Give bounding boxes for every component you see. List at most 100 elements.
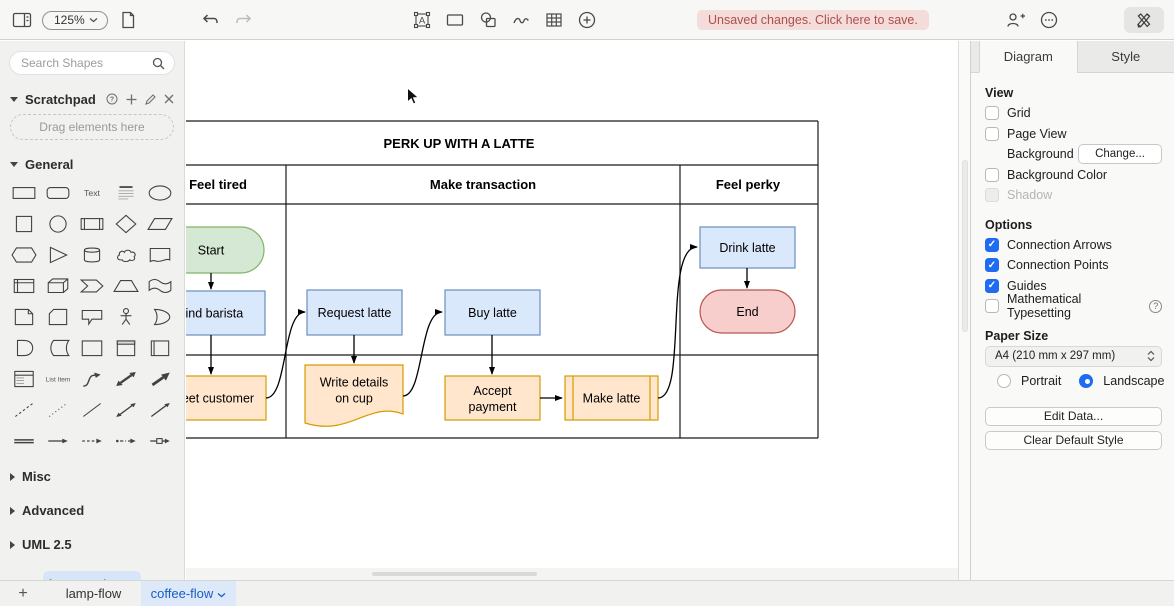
checkbox-guides[interactable]: ✓: [985, 279, 999, 293]
node-write-details[interactable]: Write detailson cup: [305, 365, 403, 426]
shape-labeled-arrow[interactable]: [143, 425, 177, 456]
sidebar-toggle-icon[interactable]: [10, 8, 34, 32]
tab-diagram[interactable]: Diagram: [979, 41, 1077, 73]
shape-triangle[interactable]: [41, 239, 75, 270]
shape-dash-dot-arrow[interactable]: [109, 425, 143, 456]
shape-text[interactable]: Text: [75, 177, 109, 208]
search-icon[interactable]: [152, 57, 165, 70]
radio-portrait[interactable]: [997, 374, 1011, 388]
shape-list[interactable]: [7, 363, 41, 394]
help-icon[interactable]: ?: [1149, 300, 1162, 313]
page-tab-coffee-flow[interactable]: coffee-flow: [141, 581, 236, 606]
shape-container[interactable]: [75, 332, 109, 363]
shape-step[interactable]: [75, 270, 109, 301]
section-header-misc[interactable]: Misc: [0, 463, 184, 490]
rectangle-tool-icon[interactable]: [443, 8, 467, 32]
horizontal-scrollbar[interactable]: [186, 568, 958, 580]
scratchpad-drop-area[interactable]: Drag elements here: [10, 114, 174, 140]
shape-textbox[interactable]: [109, 177, 143, 208]
page-icon[interactable]: [116, 8, 140, 32]
shape-list-item[interactable]: List Item: [41, 363, 75, 394]
checkbox-grid[interactable]: [985, 106, 999, 120]
shapes-tool-icon[interactable]: [476, 8, 500, 32]
shape-circle[interactable]: [41, 208, 75, 239]
shape-directional-connector[interactable]: [143, 394, 177, 425]
node-end[interactable]: End: [700, 290, 795, 333]
node-make-latte[interactable]: Make latte: [565, 376, 658, 420]
node-drink-latte[interactable]: Drink latte: [700, 227, 795, 268]
edge-write-details-to-buy-latte[interactable]: [403, 312, 442, 396]
more-shapes-button[interactable]: More Shapes: [43, 571, 141, 580]
shape-cloud[interactable]: [109, 239, 143, 270]
shape-cube[interactable]: [41, 270, 75, 301]
shape-curve[interactable]: [75, 363, 109, 394]
shape-process[interactable]: [75, 208, 109, 239]
page-tab-lamp-flow[interactable]: lamp-flow: [46, 581, 141, 606]
format-panel-toggle-button[interactable]: [1124, 7, 1164, 33]
node-find-barista[interactable]: Find barista: [186, 291, 265, 335]
shape-line[interactable]: [75, 394, 109, 425]
edge-make-latte-to-drink-latte[interactable]: [658, 247, 697, 398]
tab-style[interactable]: Style: [1077, 41, 1174, 72]
shape-bidirectional-connector[interactable]: [109, 394, 143, 425]
shape-horizontal-container[interactable]: [143, 332, 177, 363]
edit-icon[interactable]: [145, 94, 156, 105]
checkbox-background-color[interactable]: [985, 168, 999, 182]
shape-cylinder[interactable]: [75, 239, 109, 270]
checkbox-mathematical-typesetting[interactable]: [985, 299, 999, 313]
shape-data-storage[interactable]: [41, 332, 75, 363]
node-request-latte[interactable]: Request latte: [307, 290, 402, 335]
shape-bidirectional-arrow[interactable]: [109, 363, 143, 394]
vertical-scrollbar[interactable]: [958, 41, 970, 580]
section-header-general[interactable]: General: [0, 154, 184, 174]
shape-arrow-right[interactable]: [41, 425, 75, 456]
node-greet-customer[interactable]: Greet customer: [186, 376, 266, 420]
change-background-button[interactable]: Change...: [1078, 144, 1162, 164]
shape-square[interactable]: [7, 208, 41, 239]
close-icon[interactable]: [164, 94, 174, 104]
zoom-dropdown[interactable]: 125%: [42, 11, 108, 30]
shape-trapezoid[interactable]: [109, 270, 143, 301]
checkbox-connection-arrows[interactable]: ✓: [985, 238, 999, 252]
share-icon[interactable]: [1004, 8, 1028, 32]
more-options-icon[interactable]: [1037, 8, 1061, 32]
unsaved-changes-banner[interactable]: Unsaved changes. Click here to save.: [697, 10, 929, 30]
edit-data-button[interactable]: Edit Data...: [985, 407, 1162, 426]
checkbox-shadow[interactable]: [985, 188, 999, 202]
shape-and[interactable]: [7, 332, 41, 363]
shape-dashed-line[interactable]: [7, 394, 41, 425]
plus-icon[interactable]: [126, 94, 137, 105]
diagram-canvas[interactable]: PERK UP WITH A LATTEFeel tiredMake trans…: [186, 41, 958, 580]
shape-arrow[interactable]: [143, 363, 177, 394]
shape-actor[interactable]: [109, 301, 143, 332]
shape-parallelogram[interactable]: [143, 208, 177, 239]
table-tool-icon[interactable]: [542, 8, 566, 32]
search-shapes-input[interactable]: [21, 56, 152, 70]
clear-default-style-button[interactable]: Clear Default Style: [985, 431, 1162, 450]
node-buy-latte[interactable]: Buy latte: [445, 290, 540, 335]
help-icon[interactable]: ?: [106, 93, 118, 105]
text-tool-icon[interactable]: A: [410, 8, 434, 32]
redo-icon[interactable]: [232, 8, 256, 32]
horizontal-scrollbar-thumb[interactable]: [372, 572, 537, 576]
paper-size-select[interactable]: A4 (210 mm x 297 mm): [985, 346, 1162, 367]
vertical-scrollbar-thumb[interactable]: [962, 160, 968, 332]
undo-icon[interactable]: [198, 8, 222, 32]
shape-note[interactable]: [7, 301, 41, 332]
shape-rounded-rectangle[interactable]: [41, 177, 75, 208]
shape-tape[interactable]: [143, 270, 177, 301]
radio-landscape[interactable]: [1079, 374, 1093, 388]
checkbox-page-view[interactable]: [985, 127, 999, 141]
shape-ellipse[interactable]: [143, 177, 177, 208]
node-accept-payment[interactable]: Acceptpayment: [445, 376, 540, 420]
shape-link[interactable]: [7, 425, 41, 456]
shape-internal-storage[interactable]: [7, 270, 41, 301]
shape-hexagon[interactable]: [7, 239, 41, 270]
freehand-tool-icon[interactable]: [509, 8, 533, 32]
node-start[interactable]: Start: [186, 227, 264, 273]
checkbox-connection-points[interactable]: ✓: [985, 258, 999, 272]
shape-dotted-line[interactable]: [41, 394, 75, 425]
shape-vertical-container[interactable]: [109, 332, 143, 363]
shape-diamond[interactable]: [109, 208, 143, 239]
shape-card[interactable]: [41, 301, 75, 332]
